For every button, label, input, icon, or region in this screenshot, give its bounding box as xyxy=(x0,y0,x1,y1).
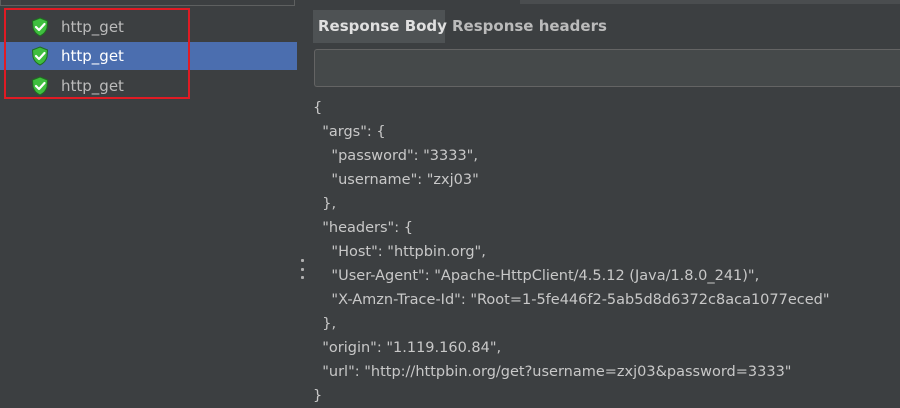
search-input[interactable] xyxy=(314,49,900,87)
response-line: } xyxy=(313,388,323,404)
response-line: }, xyxy=(313,316,337,332)
check-shield-icon xyxy=(31,17,49,37)
response-line: "url": "http://httpbin.org/get?username=… xyxy=(313,364,792,380)
response-line: "args": { xyxy=(313,124,386,140)
response-line: "User-Agent": "Apache-HttpClient/4.5.12 … xyxy=(313,268,760,284)
response-line: "username": "zxj03" xyxy=(313,172,479,188)
response-line: { xyxy=(313,100,323,116)
tree-item[interactable]: http_get xyxy=(0,13,297,41)
tab-response-headers[interactable]: Response headers xyxy=(447,10,607,43)
check-shield-icon xyxy=(31,76,49,96)
tree-item-label: http_get xyxy=(61,18,124,36)
results-tree-panel: http_get http_get http_get xyxy=(0,0,297,405)
response-line: "X-Amzn-Trace-Id": "Root=1-5fe446f2-5ab5… xyxy=(313,292,830,308)
response-line: }, xyxy=(313,196,337,212)
response-line: "Host": "httpbin.org", xyxy=(313,244,486,260)
tab-strip-top-border xyxy=(520,0,900,4)
tab-response-body[interactable]: Response Body xyxy=(313,10,447,43)
tree-item[interactable]: http_get xyxy=(0,72,297,100)
tree-item-selected[interactable]: http_get xyxy=(0,42,297,70)
panel-splitter[interactable] xyxy=(297,0,308,405)
tree-item-label: http_get xyxy=(61,77,124,95)
tree-item-label: http_get xyxy=(61,47,124,65)
tree-panel-top-border xyxy=(0,0,295,6)
response-line: "password": "3333", xyxy=(313,148,478,164)
response-body-text: { "args": { "password": "3333", "usernam… xyxy=(313,96,900,405)
response-line: "origin": "1.119.160.84", xyxy=(313,340,502,356)
splitter-grip-icon[interactable] xyxy=(301,259,305,279)
check-shield-icon xyxy=(31,46,49,66)
response-line: "headers": { xyxy=(313,220,413,236)
